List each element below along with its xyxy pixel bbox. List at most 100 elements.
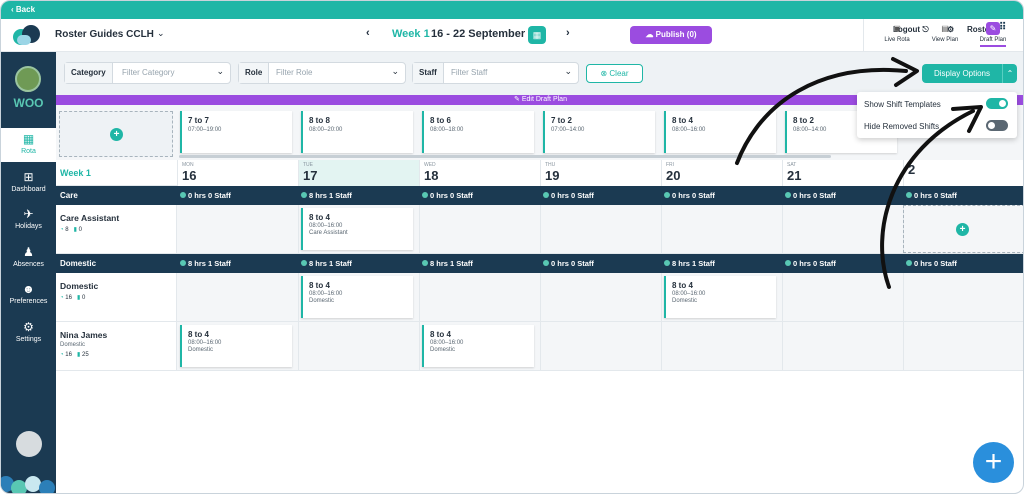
summary-text: 0 hrs 0 Staff <box>672 191 715 200</box>
summary-text: 0 hrs 0 Staff <box>188 191 231 200</box>
clock-icon: ◔ <box>60 352 64 358</box>
row-name: Domestic <box>60 281 99 291</box>
calendar-icon[interactable]: ▦ <box>528 26 546 44</box>
sidebar-item-settings[interactable]: ⚙ Settings <box>1 320 56 343</box>
shift-template[interactable]: 8 to 4 08:00–16:00 <box>664 111 776 153</box>
organisation-name[interactable]: Roster Guides CCLH <box>55 29 154 40</box>
chevron-down-icon[interactable]: ⌄ <box>157 28 165 39</box>
sidebar-item-holidays[interactable]: ✈ Holidays <box>1 207 56 230</box>
prev-week-button[interactable]: ‹ <box>366 27 370 39</box>
row-meta: ◔ 8 ▮ 0 <box>60 226 172 233</box>
hide-removed-shifts-option[interactable]: Hide Removed Shifts <box>864 122 939 131</box>
chevron-down-icon: ⌄ <box>216 66 224 76</box>
row-nina-james: Nina James Domestic ◔ 16 ▮ 25 8 to 4 08:0… <box>56 322 1023 371</box>
day-header-fri: FRI 20 <box>661 160 782 186</box>
show-templates-toggle[interactable] <box>986 98 1008 109</box>
template-name: 7 to 7 <box>188 116 209 125</box>
sidebar-item-label: Dashboard <box>11 186 46 193</box>
tab-label: Draft Plan <box>979 37 1007 43</box>
group-summary: 8 hrs 1 Staff <box>422 259 473 268</box>
clock-icon: ◔ <box>60 227 64 233</box>
count-value: 0 <box>81 295 86 301</box>
sidebar-item-dashboard[interactable]: ⊞ Dashboard <box>1 170 56 193</box>
back-link[interactable]: ‹ Back <box>1 1 1023 19</box>
template-time: 07:00–19:00 <box>188 127 222 133</box>
publish-button[interactable]: ☁ Publish (0) <box>630 26 712 44</box>
next-week-button[interactable]: › <box>566 27 570 39</box>
row-header: Nina James Domestic ◔ 16 ▮ 25 <box>56 322 177 370</box>
group-summary: 0 hrs 0 Staff <box>543 191 594 200</box>
row-role: Domestic <box>60 342 86 348</box>
category-filter[interactable]: Category Filter Category ⌄ <box>64 62 231 84</box>
plus-icon[interactable]: + <box>956 223 969 236</box>
tab-view-plan[interactable]: ▤ View Plan <box>920 22 970 43</box>
bag-icon: ▮ <box>73 227 77 233</box>
group-summary: 8 hrs 1 Staff <box>301 259 352 268</box>
workspace-name: WOO <box>13 96 44 110</box>
hours-value: 8 <box>65 227 69 233</box>
day-number: 19 <box>545 168 560 183</box>
group-summary: 0 hrs 0 Staff <box>906 191 957 200</box>
template-name: 8 to 8 <box>309 116 330 125</box>
staff-filter[interactable]: Staff Filter Staff ⌄ <box>412 62 579 84</box>
sidebar-item-label: Holidays <box>15 223 42 230</box>
plus-icon[interactable]: + <box>110 128 123 141</box>
template-time: 08:00–20:00 <box>309 127 343 133</box>
shift-time: 08:00–16:00 <box>430 340 464 346</box>
group-summary: 0 hrs 0 Staff <box>422 191 473 200</box>
summary-text: 8 hrs 1 Staff <box>672 259 715 268</box>
clock-icon: ◔ <box>60 295 64 301</box>
sidebar-item-absences[interactable]: ♟ Absences <box>1 245 56 268</box>
group-summary: 0 hrs 0 Staff <box>785 259 836 268</box>
bag-icon: ▮ <box>77 295 81 301</box>
sidebar-item-rota[interactable]: ▦ Rota <box>1 128 56 162</box>
hide-removed-toggle[interactable] <box>986 120 1008 131</box>
shift-card[interactable]: 8 to 4 08:00–16:00 Domestic <box>422 325 534 367</box>
row-meta: ◔ 16 ▮ 0 <box>60 294 172 301</box>
workspace-avatar[interactable] <box>15 66 41 92</box>
group-summary: 0 hrs 0 Staff <box>180 191 231 200</box>
shift-card[interactable]: 8 to 4 08:00–16:00 Domestic <box>664 276 776 318</box>
show-shift-templates-option[interactable]: Show Shift Templates <box>864 100 941 109</box>
tab-draft-plan[interactable]: ✎ Draft Plan <box>968 22 1018 47</box>
sidebar-item-preferences[interactable]: ☻ Preferences <box>1 282 56 305</box>
summary-text: 0 hrs 0 Staff <box>914 191 957 200</box>
chevron-down-icon: ⌄ <box>391 66 399 76</box>
shift-card[interactable]: 8 to 4 08:00–16:00 Care Assistant <box>301 208 413 250</box>
shift-template[interactable]: 7 to 7 07:00–19:00 <box>180 111 292 153</box>
cloud-upload-icon: ☁ <box>645 30 656 39</box>
shift-template[interactable]: 7 to 2 07:00–14:00 <box>543 111 655 153</box>
chevron-down-icon: ⌄ <box>564 66 572 76</box>
display-options-button[interactable]: Display Options <box>922 64 1002 83</box>
role-filter[interactable]: Role Filter Role ⌄ <box>238 62 406 84</box>
shift-template[interactable]: 8 to 8 08:00–20:00 <box>301 111 413 153</box>
grid-icon: ⊞ <box>23 170 34 184</box>
day-number: 17 <box>303 168 318 183</box>
shift-name: 8 to 4 <box>672 281 693 290</box>
add-template-slot[interactable]: + <box>59 111 173 157</box>
shift-time: 08:00–16:00 <box>672 291 706 297</box>
template-name: 8 to 6 <box>430 116 451 125</box>
row-name: Care Assistant <box>60 213 120 223</box>
tab-live-rota[interactable]: ▣ Live Rota <box>872 22 922 43</box>
templates-scrollbar[interactable] <box>179 155 831 158</box>
shift-card[interactable]: 8 to 4 08:00–16:00 Domestic <box>180 325 292 367</box>
summary-text: 8 hrs 1 Staff <box>309 259 352 268</box>
sidebar-item-label: Preferences <box>9 298 48 305</box>
summary-text: 0 hrs 0 Staff <box>793 191 836 200</box>
group-summary: 8 hrs 1 Staff <box>664 259 715 268</box>
sidebar: WOO ▦ Rota ⊞ Dashboard ✈ Holidays ♟ Absences… <box>1 52 56 493</box>
chevron-up-icon[interactable]: ⌃ <box>1002 64 1017 83</box>
shift-role: Domestic <box>672 298 698 304</box>
day-number: 16 <box>182 168 197 183</box>
day-header-wed: WED 18 <box>419 160 540 186</box>
template-name: 7 to 2 <box>551 116 572 125</box>
sidebar-item-label: Rota <box>21 148 36 155</box>
role-placeholder: Filter Role <box>276 68 313 77</box>
shift-template[interactable]: 8 to 6 08:00–18:00 <box>422 111 534 153</box>
summary-text: 0 hrs 0 Staff <box>793 259 836 268</box>
shift-card[interactable]: 8 to 4 08:00–16:00 Domestic <box>301 276 413 318</box>
clear-button[interactable]: ⊗ Clear <box>586 64 643 83</box>
user-avatar[interactable] <box>16 431 42 457</box>
add-fab-button[interactable]: + <box>973 442 1014 483</box>
